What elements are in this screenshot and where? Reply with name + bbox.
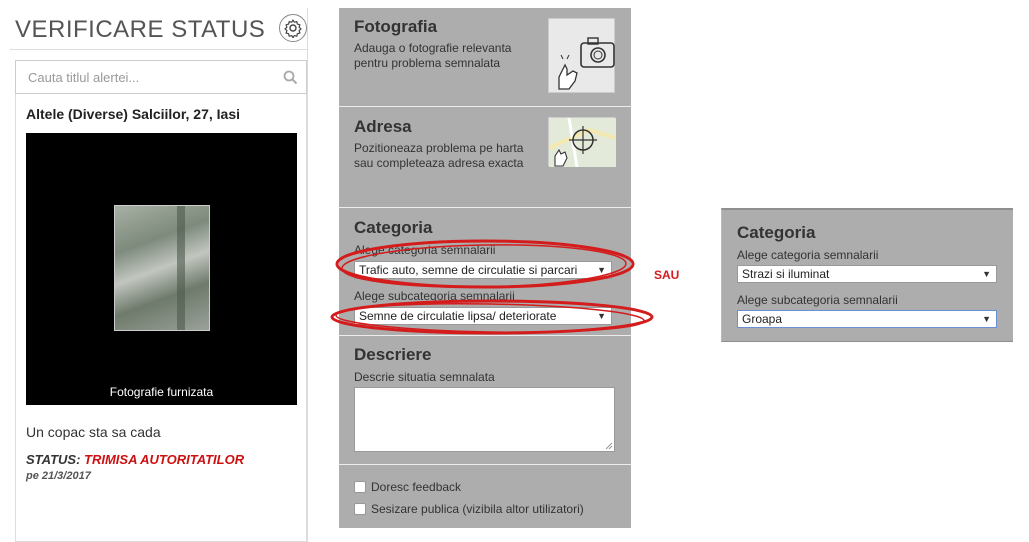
- category-section: Categoria Alege categoria semnalarii Tra…: [339, 208, 631, 336]
- status-line: STATUS: TRIMISA AUTORITATILOR: [26, 452, 244, 467]
- camera-upload-button[interactable]: [548, 18, 615, 93]
- alert-photo[interactable]: Fotografie furnizata: [26, 133, 297, 405]
- sau-annotation: SAU: [654, 268, 680, 282]
- camera-icon: [558, 37, 615, 90]
- category-select[interactable]: Trafic auto, semne de circulatie si parc…: [354, 261, 612, 279]
- alt-category-title: Categoria: [737, 223, 816, 242]
- resize-handle-icon[interactable]: [605, 442, 613, 450]
- public-checkbox[interactable]: [354, 503, 366, 515]
- status-label: STATUS:: [26, 452, 81, 467]
- chevron-down-icon: ▼: [597, 311, 606, 321]
- divider: [10, 49, 308, 50]
- alt-category-label: Alege categoria semnalarii: [737, 248, 879, 262]
- status-value: TRIMISA AUTORITATILOR: [84, 452, 245, 467]
- settings-button[interactable]: [279, 14, 307, 42]
- chevron-down-icon: ▼: [597, 265, 606, 275]
- description-section-title: Descriere: [354, 345, 432, 364]
- alternative-category-panel: Categoria Alege categoria semnalarii Str…: [721, 208, 1013, 342]
- map-picker-button[interactable]: [548, 117, 617, 168]
- public-option[interactable]: Sesizare publica (vizibila altor utiliza…: [354, 502, 584, 516]
- public-label: Sesizare publica (vizibila altor utiliza…: [371, 502, 584, 516]
- alt-category-select-value: Strazi si iluminat: [742, 267, 830, 281]
- photo-thumbnail: [114, 205, 210, 331]
- alt-subcategory-label: Alege subcategoria semnalarii: [737, 293, 898, 307]
- feedback-label: Doresc feedback: [371, 480, 462, 494]
- address-section: Adresa Pozitioneaza problema pe harta sa…: [339, 107, 631, 208]
- search-box: [15, 60, 307, 94]
- alt-category-select[interactable]: Strazi si iluminat ▼: [737, 265, 997, 283]
- alert-card[interactable]: Altele (Diverse) Salciilor, 27, Iasi Fot…: [15, 94, 307, 542]
- description-textarea[interactable]: [354, 387, 615, 452]
- chevron-down-icon: ▼: [982, 314, 991, 324]
- subcategory-select-value: Semne de circulatie lipsa/ deteriorate: [359, 309, 557, 323]
- subcategory-select[interactable]: Semne de circulatie lipsa/ deteriorate ▼: [354, 307, 612, 325]
- alert-title[interactable]: Altele (Diverse) Salciilor, 27, Iasi: [26, 106, 240, 122]
- photo-section: Fotografia Adauga o fotografie relevanta…: [339, 8, 631, 107]
- map-target-icon: [548, 117, 617, 168]
- description-label: Descrie situatia semnalata: [354, 370, 495, 384]
- address-section-title: Adresa: [354, 117, 412, 136]
- feedback-checkbox[interactable]: [354, 481, 366, 493]
- report-form: Fotografia Adauga o fotografie relevanta…: [339, 8, 631, 528]
- alert-description: Un copac sta sa cada: [26, 424, 161, 440]
- search-icon[interactable]: [283, 70, 298, 85]
- search-input[interactable]: [16, 61, 276, 93]
- description-section: Descriere Descrie situatia semnalata: [339, 336, 631, 465]
- category-section-title: Categoria: [354, 218, 433, 237]
- chevron-down-icon: ▼: [982, 269, 991, 279]
- category-label: Alege categoria semnalarii: [354, 243, 496, 257]
- status-panel: VERIFICARE STATUS Altele (Diverse) Salci…: [10, 8, 308, 542]
- alt-subcategory-select-value: Groapa: [742, 312, 783, 326]
- page-title: VERIFICARE STATUS: [15, 16, 266, 43]
- feedback-option[interactable]: Doresc feedback: [354, 480, 461, 494]
- address-section-text: Pozitioneaza problema pe harta sau compl…: [354, 141, 524, 170]
- gear-icon: [284, 19, 302, 38]
- photo-caption: Fotografie furnizata: [109, 385, 214, 399]
- subcategory-label: Alege subcategoria semnalarii: [354, 289, 515, 303]
- photo-section-text: Adauga o fotografie relevanta pentru pro…: [354, 41, 512, 70]
- status-date: pe 21/3/2017: [26, 470, 91, 482]
- category-select-value: Trafic auto, semne de circulatie si parc…: [359, 263, 578, 277]
- alt-subcategory-select[interactable]: Groapa ▼: [737, 310, 997, 328]
- options-section: Doresc feedback Sesizare publica (vizibi…: [339, 465, 631, 528]
- photo-section-title: Fotografia: [354, 17, 438, 36]
